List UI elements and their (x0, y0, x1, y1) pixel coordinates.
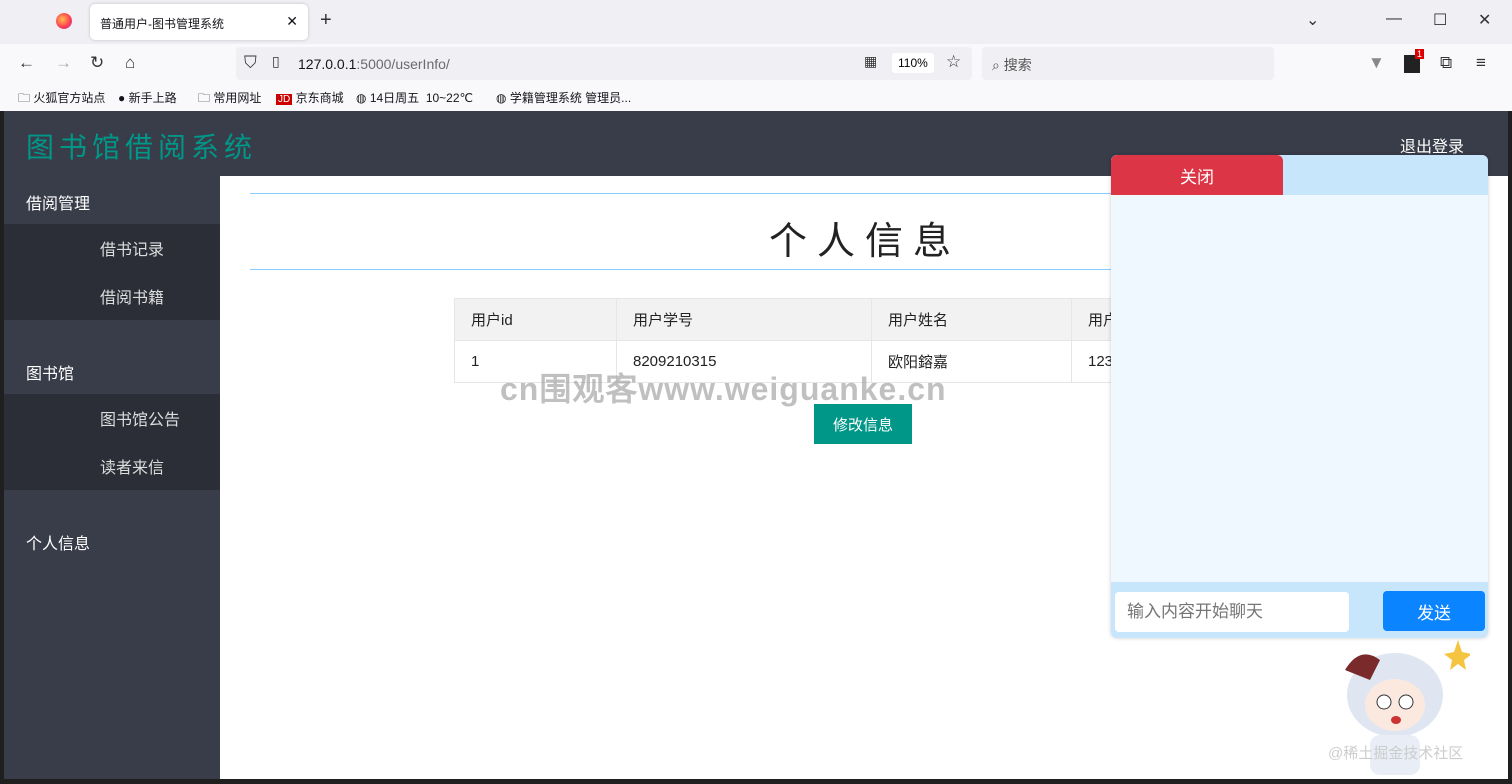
chat-panel: 关闭 发送 (1111, 155, 1488, 638)
nav-bar: ← → ↻ ⌂ ⛉ ▯ 127.0.0.1:5000/userInfo/ ▦ 1… (0, 44, 1512, 84)
column-header: 用户id (454, 298, 617, 341)
close-tab-icon[interactable]: ✕ (286, 13, 298, 30)
watermark-corner: @稀土掘金技术社区 (1328, 745, 1464, 762)
chat-footer: 发送 (1111, 582, 1488, 638)
firefox-icon[interactable] (56, 13, 72, 29)
maximize-icon[interactable]: ☐ (1433, 10, 1447, 30)
extension-v-icon[interactable]: ▼ (1368, 53, 1385, 73)
zoom-level[interactable]: 110% (892, 53, 934, 73)
bookmark-star-icon[interactable]: ☆ (946, 52, 961, 72)
home-icon[interactable]: ⌂ (125, 53, 135, 73)
sidebar-item-borrow-books[interactable]: 借阅书籍 (4, 272, 220, 320)
app-logo[interactable]: 图书馆借阅系统 (26, 126, 257, 166)
minimize-icon[interactable]: — (1386, 10, 1402, 28)
tab-bar: 普通用户-图书管理系统 ✕ + ⌄ — ☐ ✕ (0, 0, 1512, 44)
reload-icon[interactable]: ↻ (90, 53, 104, 73)
back-icon[interactable]: ← (18, 53, 35, 73)
forward-icon[interactable]: → (55, 53, 72, 73)
new-tab-icon[interactable]: + (320, 9, 332, 32)
bookmark-item[interactable]: 🗀 火狐官方站点 (18, 89, 105, 110)
bookmark-item[interactable]: 🗀 常用网址 (198, 89, 261, 110)
sidebar-item-profile[interactable]: 个人信息 (4, 516, 220, 564)
sidebar-group-library[interactable]: 图书馆 (4, 346, 220, 394)
bookmark-item[interactable]: ◍ 14日周五 10~22℃ (356, 89, 473, 106)
edit-info-button[interactable]: 修改信息 (814, 404, 912, 444)
browser-tab[interactable]: 普通用户-图书管理系统 ✕ (90, 4, 308, 40)
close-window-icon[interactable]: ✕ (1478, 10, 1491, 30)
table-header-row: 用户id 用户学号 用户姓名 用户 (454, 298, 1192, 341)
tab-list-icon[interactable]: ⌄ (1306, 10, 1319, 30)
qr-code-icon[interactable]: ▦ (864, 53, 877, 70)
bookmarks-bar: 🗀 火狐官方站点 ● 新手上路 🗀 常用网址 JD 京东商城 ◍ 14日周五 1… (0, 84, 1512, 111)
page-icon: ▯ (272, 53, 280, 69)
sidebar-item-borrow-records[interactable]: 借书记录 (4, 224, 220, 272)
sidebar-item-announcements[interactable]: 图书馆公告 (4, 394, 220, 442)
sidebar-group-borrow[interactable]: 借阅管理 (4, 176, 220, 224)
bookmark-item[interactable]: JD 京东商城 (276, 89, 344, 106)
shield-icon[interactable]: ⛉ (244, 53, 257, 73)
chat-close-button[interactable]: 关闭 (1111, 155, 1283, 195)
search-input[interactable]: ⌕ 搜索 (982, 47, 1274, 80)
logout-link[interactable]: 退出登录 (1400, 133, 1464, 157)
bookmark-item[interactable]: ◍ 学籍管理系统 管理员... (496, 89, 631, 106)
column-header: 用户学号 (616, 298, 872, 341)
sidebar: 借阅管理 借书记录 借阅书籍 图书馆 图书馆公告 读者来信 个人信息 (4, 176, 220, 779)
chat-input[interactable] (1115, 592, 1349, 632)
translate-extension-icon[interactable]: 1 (1404, 49, 1424, 73)
send-button[interactable]: 发送 (1383, 591, 1485, 631)
extensions-icon[interactable]: ⧉ (1440, 53, 1452, 73)
bookmark-item[interactable]: ● 新手上路 (118, 89, 177, 106)
column-header: 用户姓名 (871, 298, 1072, 341)
url-bar[interactable]: ⛉ ▯ 127.0.0.1:5000/userInfo/ ▦ 110% ☆ (236, 47, 972, 80)
sidebar-item-reader-letters[interactable]: 读者来信 (4, 442, 220, 490)
menu-icon[interactable]: ≡ (1476, 53, 1486, 73)
watermark: cn围观客www.weiguanke.cn (500, 371, 947, 407)
